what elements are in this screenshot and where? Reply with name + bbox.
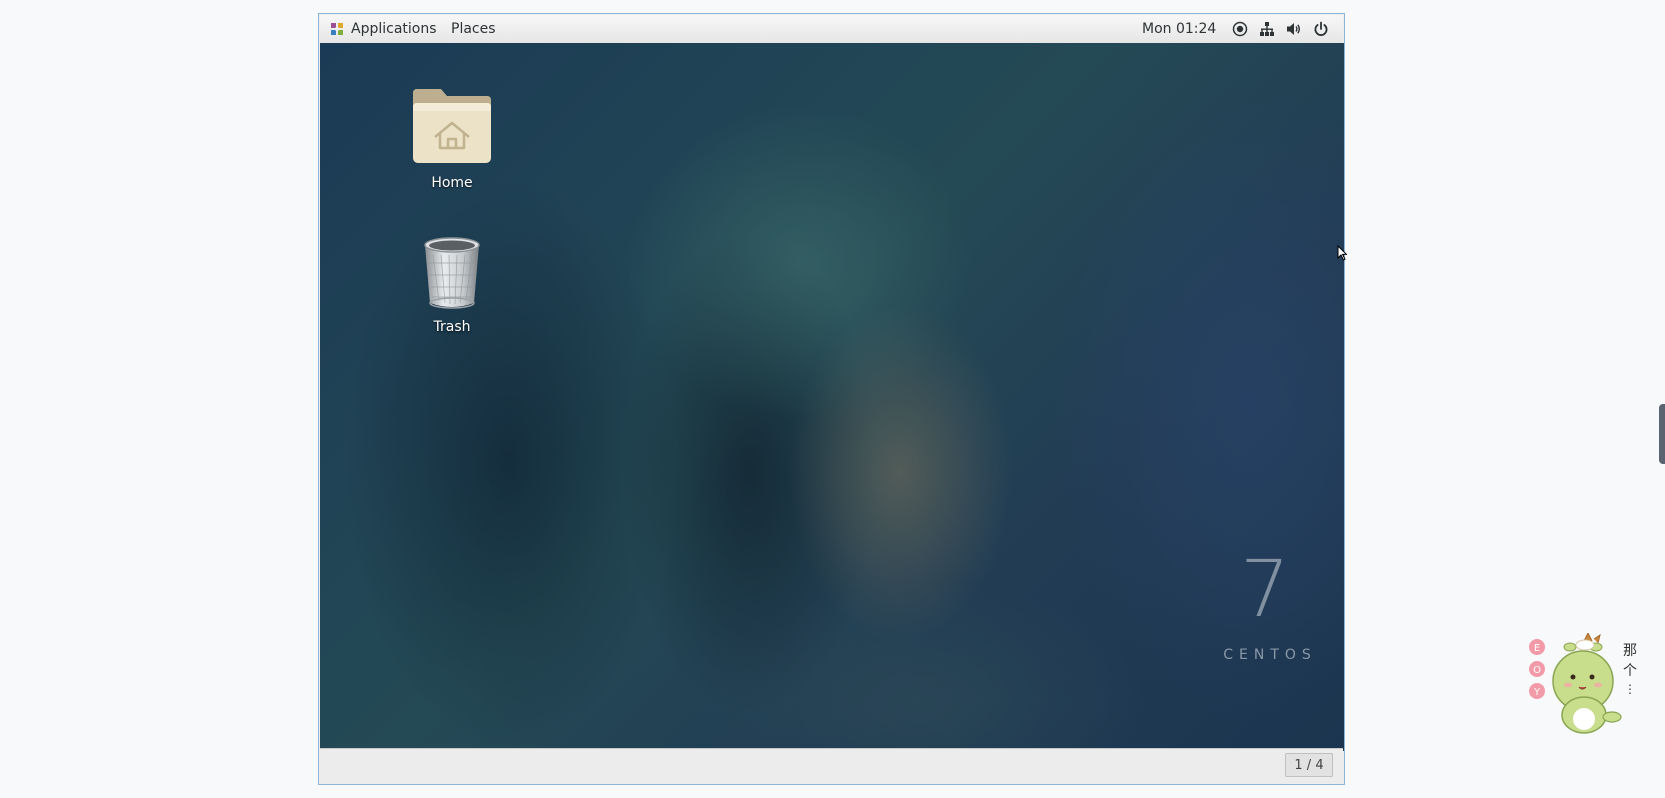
mascot-sticker-icon: E O Y 那 个 ⋮ [1529, 633, 1637, 734]
accessibility-icon[interactable] [1232, 21, 1248, 37]
mouse-pointer-icon [1337, 245, 1347, 261]
clock-label: Mon 01:24 [1142, 21, 1217, 37]
mascot-badge-e: E [1534, 643, 1540, 654]
clock-menu[interactable]: Mon 01:24 [1132, 15, 1222, 43]
centos-logo-icon [331, 23, 343, 35]
workspace-switcher[interactable]: 1 / 4 [1285, 753, 1333, 777]
gnome-top-panel: Applications Places Mon 01:24 [320, 15, 1343, 44]
power-icon[interactable] [1313, 21, 1329, 37]
network-icon[interactable] [1259, 21, 1275, 37]
applications-menu[interactable]: Applications [320, 15, 437, 43]
places-label: Places [451, 21, 496, 37]
desktop-icon-home[interactable]: Home [397, 85, 507, 191]
volume-icon[interactable] [1286, 21, 1302, 37]
mascot-badge-o: O [1533, 665, 1541, 676]
home-folder-icon [413, 89, 491, 163]
mascot-text-1: 那 [1623, 643, 1637, 659]
centos-version-watermark: 7 [1240, 545, 1290, 635]
mascot-badge-y: Y [1533, 687, 1541, 698]
desktop-background[interactable]: Home Trash 7 CENTOS [320, 43, 1344, 751]
mascot-text-2: 个 [1623, 663, 1637, 679]
mascot-text-3: ⋮ [1624, 682, 1636, 696]
gnome-bottom-panel: 1 / 4 [320, 748, 1343, 783]
side-drawer-handle[interactable] [1659, 404, 1665, 464]
vm-console-frame: Applications Places Mon 01:24 Home Trash… [318, 13, 1345, 785]
centos-wordmark: CENTOS [1223, 647, 1317, 663]
desktop-icon-label: Trash [433, 319, 471, 335]
mascot-badges: E O Y [1529, 639, 1545, 699]
applications-label: Applications [351, 21, 437, 37]
desktop-icon-trash[interactable]: Trash [397, 233, 507, 335]
trash-icon [424, 237, 480, 309]
desktop-icon-label: Home [431, 175, 473, 191]
places-menu[interactable]: Places [442, 15, 502, 43]
